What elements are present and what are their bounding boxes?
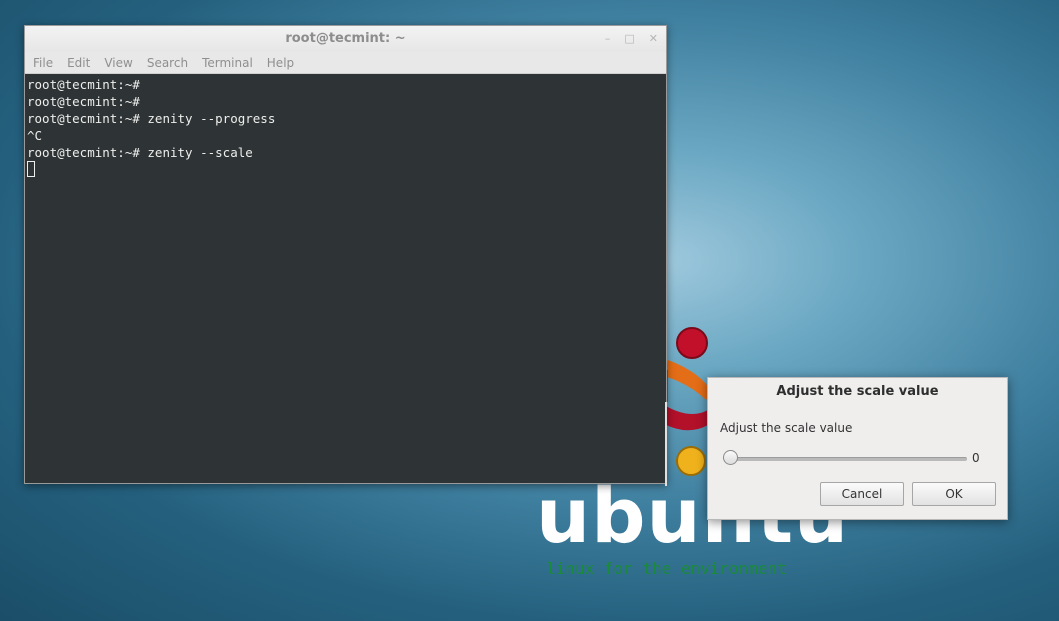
terminal-scrollbar-edge <box>665 402 667 486</box>
terminal-titlebar[interactable]: root@tecmint: ~ – □ ✕ <box>25 26 666 52</box>
terminal-cursor <box>27 161 35 177</box>
terminal-cursor-line <box>27 161 664 178</box>
terminal-line: root@tecmint:~# zenity --scale <box>27 145 253 160</box>
menu-edit[interactable]: Edit <box>67 56 90 70</box>
menu-help[interactable]: Help <box>267 56 294 70</box>
minimize-icon[interactable]: – <box>605 26 611 52</box>
menu-file[interactable]: File <box>33 56 53 70</box>
terminal-window[interactable]: root@tecmint: ~ – □ ✕ File Edit View Sea… <box>24 25 667 486</box>
terminal-line: root@tecmint:~# <box>27 94 140 109</box>
terminal-output[interactable]: root@tecmint:~# root@tecmint:~# root@tecmi… <box>25 74 666 180</box>
maximize-icon[interactable]: □ <box>624 26 634 52</box>
cancel-button[interactable]: Cancel <box>820 482 904 506</box>
scale-slider-thumb[interactable] <box>723 450 738 465</box>
window-controls: – □ ✕ <box>605 26 658 52</box>
terminal-title: root@tecmint: ~ <box>285 31 406 46</box>
dialog-label: Adjust the scale value <box>720 421 853 435</box>
terminal-line: root@tecmint:~# <box>27 77 140 92</box>
terminal-line: root@tecmint:~# zenity --progress <box>27 111 276 126</box>
ok-button[interactable]: OK <box>912 482 996 506</box>
menu-view[interactable]: View <box>104 56 132 70</box>
scale-value: 0 <box>972 451 980 465</box>
scale-dialog[interactable]: Adjust the scale value Adjust the scale … <box>707 377 1008 520</box>
menu-terminal[interactable]: Terminal <box>202 56 253 70</box>
ubuntu-tagline: linux for the environment <box>546 559 787 578</box>
terminal-line: ^C <box>27 128 43 143</box>
menu-search[interactable]: Search <box>147 56 188 70</box>
close-icon[interactable]: ✕ <box>649 26 658 52</box>
scale-slider-track[interactable] <box>730 457 967 461</box>
terminal-menubar: File Edit View Search Terminal Help <box>25 52 666 74</box>
dialog-title: Adjust the scale value <box>776 384 939 399</box>
